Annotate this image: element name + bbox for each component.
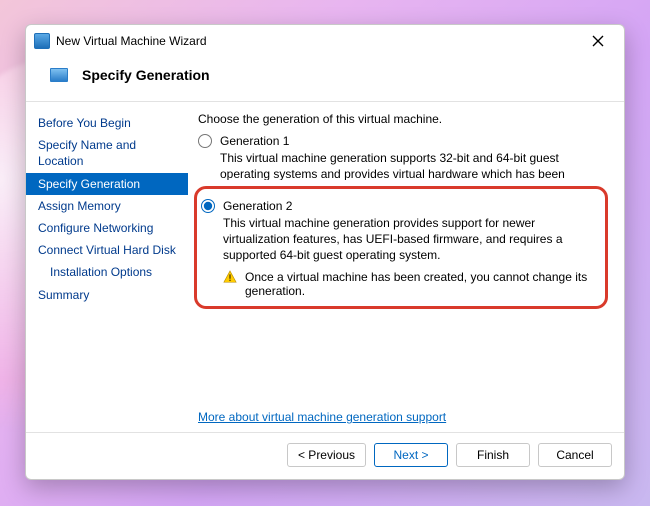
more-info-link[interactable]: More about virtual machine generation su… xyxy=(198,410,446,424)
warning-text: Once a virtual machine has been created,… xyxy=(245,270,597,298)
highlighted-selection: Generation 2 This virtual machine genera… xyxy=(194,186,608,309)
wizard-steps-sidebar: Before You Begin Specify Name and Locati… xyxy=(26,108,188,432)
finish-button[interactable]: Finish xyxy=(456,443,530,467)
app-icon xyxy=(34,33,50,49)
generation-2-desc: This virtual machine generation provides… xyxy=(223,215,597,264)
warning-icon xyxy=(223,270,237,284)
step-connect-virtual-hard-disk[interactable]: Connect Virtual Hard Disk xyxy=(26,239,188,261)
next-button[interactable]: Next > xyxy=(374,443,448,467)
button-bar: < Previous Next > Finish Cancel xyxy=(26,432,624,479)
heading-row: Specify Generation xyxy=(26,57,624,101)
cancel-button[interactable]: Cancel xyxy=(538,443,612,467)
step-specify-name-location[interactable]: Specify Name and Location xyxy=(26,134,188,172)
content-pane: Choose the generation of this virtual ma… xyxy=(188,108,624,432)
step-specify-generation[interactable]: Specify Generation xyxy=(26,173,188,195)
intro-text: Choose the generation of this virtual ma… xyxy=(198,112,610,126)
warning-row: Once a virtual machine has been created,… xyxy=(223,270,597,298)
step-configure-networking[interactable]: Configure Networking xyxy=(26,217,188,239)
generation-2-label: Generation 2 xyxy=(223,199,292,213)
titlebar: New Virtual Machine Wizard xyxy=(26,25,624,57)
wizard-window: New Virtual Machine Wizard Specify Gener… xyxy=(25,24,625,480)
step-summary[interactable]: Summary xyxy=(26,284,188,306)
window-title: New Virtual Machine Wizard xyxy=(56,34,580,48)
step-installation-options[interactable]: Installation Options xyxy=(26,261,188,283)
step-before-you-begin[interactable]: Before You Begin xyxy=(26,112,188,134)
previous-button[interactable]: < Previous xyxy=(287,443,366,467)
step-assign-memory[interactable]: Assign Memory xyxy=(26,195,188,217)
generation-2-radio[interactable] xyxy=(201,199,215,213)
close-button[interactable] xyxy=(580,27,616,55)
body-area: Before You Begin Specify Name and Locati… xyxy=(26,102,624,432)
generation-1-option[interactable]: Generation 1 xyxy=(198,134,610,148)
generation-1-radio[interactable] xyxy=(198,134,212,148)
generation-2-option[interactable]: Generation 2 xyxy=(201,199,597,213)
monitor-icon xyxy=(50,68,68,82)
close-icon xyxy=(592,35,604,47)
generation-1-label: Generation 1 xyxy=(220,134,289,148)
generation-1-desc: This virtual machine generation supports… xyxy=(220,150,610,180)
page-heading: Specify Generation xyxy=(82,67,210,83)
